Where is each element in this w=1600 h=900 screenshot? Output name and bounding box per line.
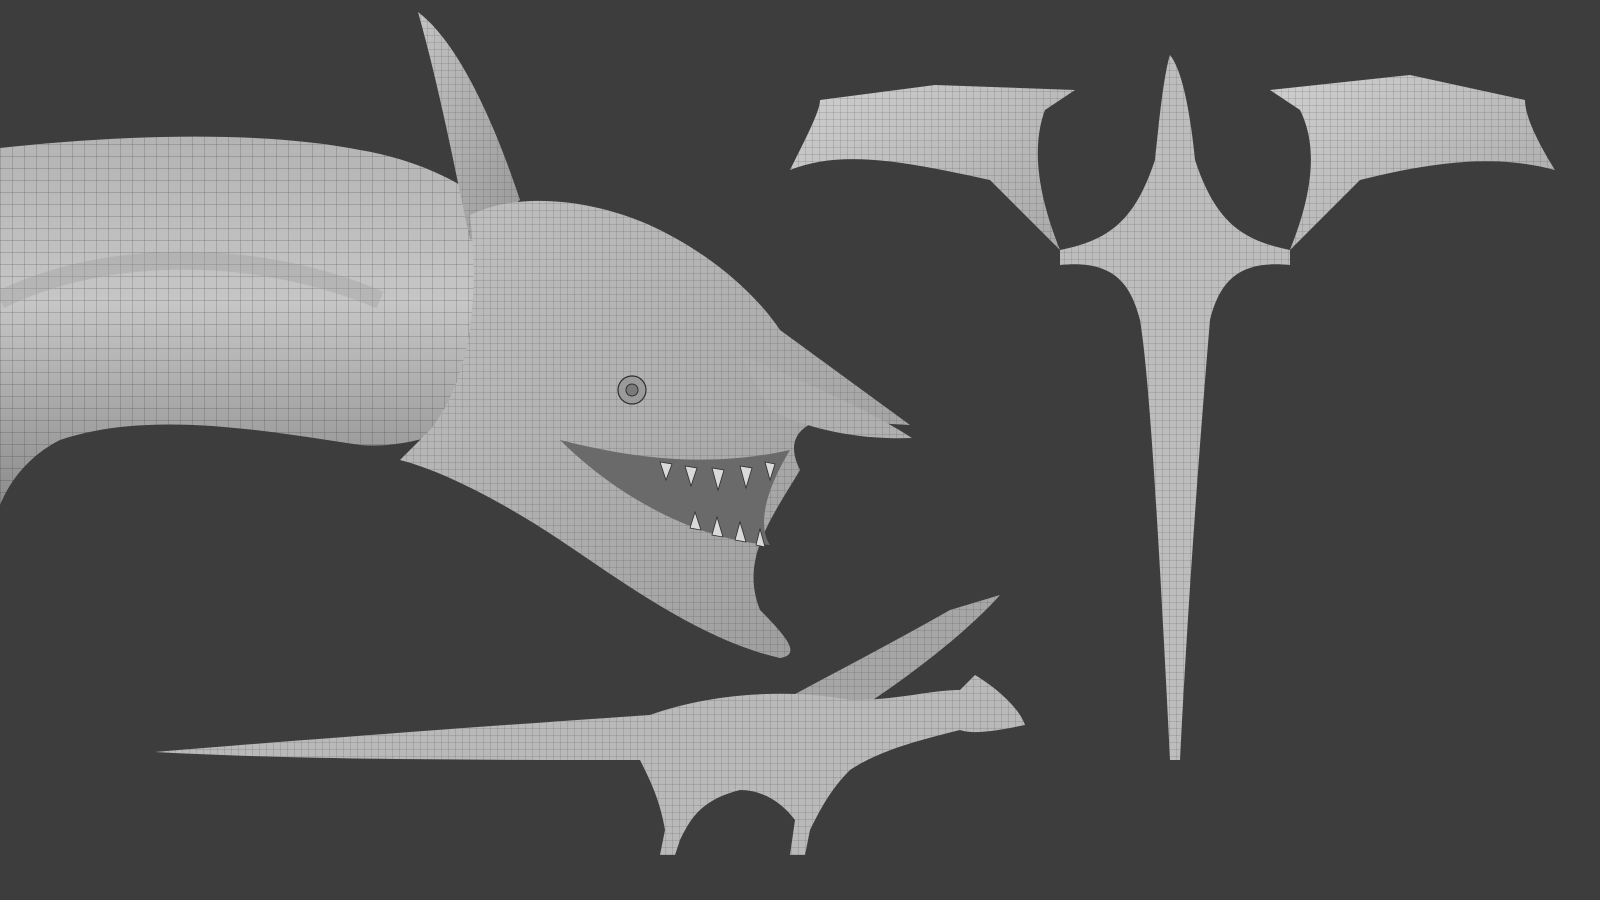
render-viewport: [0, 0, 1600, 900]
dragon-render: [0, 0, 1600, 900]
